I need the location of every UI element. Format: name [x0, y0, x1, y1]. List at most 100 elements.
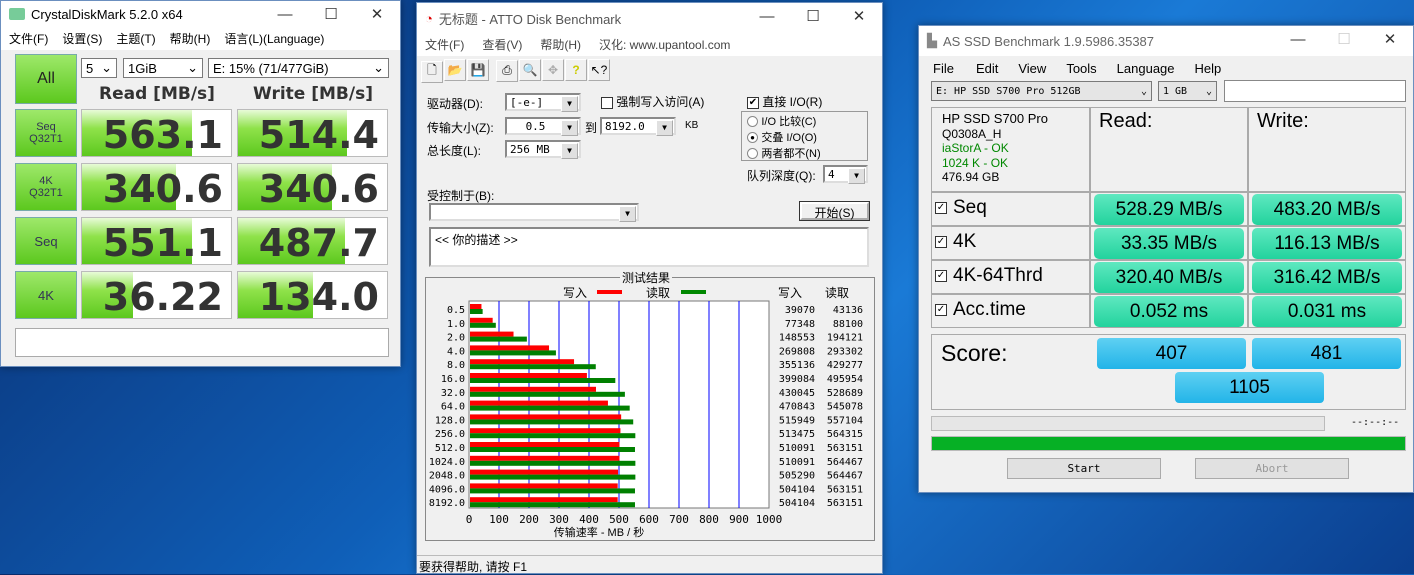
all-button[interactable]: All — [15, 54, 77, 104]
menu-help[interactable]: Help — [1195, 61, 1222, 76]
write-bar — [470, 304, 482, 309]
menu-help[interactable]: 帮助(H) — [540, 36, 581, 53]
close-button[interactable]: ✕ — [354, 1, 400, 27]
x-tick-label: 500 — [609, 513, 629, 526]
force-write-label: 强制写入访问(A) — [616, 95, 705, 109]
read-value: 293302 — [827, 346, 863, 357]
transfer-from-select[interactable]: 0.5 — [505, 117, 581, 136]
print-preview-icon[interactable]: 🔍 — [519, 59, 541, 81]
write-value: 515949 — [779, 415, 815, 426]
size-select[interactable]: 1 GB ⌄ — [1158, 81, 1217, 101]
chevron-down-icon: ⌄ — [1205, 85, 1212, 97]
score-total: 1105 — [1175, 372, 1324, 403]
menu-help[interactable]: 帮助(H) — [170, 30, 211, 47]
menu-theme[interactable]: 主题(T) — [116, 30, 155, 47]
total-length-select[interactable]: 256 MB — [505, 140, 581, 159]
test-button[interactable]: Seq — [15, 217, 77, 265]
maximize-button[interactable]: ☐ — [1321, 26, 1367, 52]
size-select[interactable]: 1GiB ⌄ — [123, 58, 203, 78]
open-icon[interactable]: 📂 — [444, 59, 466, 81]
test-checkbox[interactable]: ✓ Acc.time — [935, 299, 1026, 321]
radio-label: I/O 比较(C) — [761, 116, 817, 128]
read-value: 340.6 — [102, 167, 223, 211]
x-tick-label: 900 — [729, 513, 749, 526]
drive-select[interactable]: E: HP SSD S700 Pro 512GB ⌄ — [931, 81, 1152, 101]
move-icon[interactable]: ✥ — [542, 59, 564, 81]
context-help-icon[interactable]: ↖? — [588, 59, 610, 81]
queue-depth-label: 队列深度(Q): — [747, 169, 816, 183]
write-bar — [470, 317, 493, 323]
force-write-checkbox[interactable]: 强制写入访问(A) — [601, 93, 704, 110]
start-button[interactable]: 开始(S) — [799, 201, 870, 221]
menu-language[interactable]: 语言(L)(Language) — [224, 30, 324, 47]
direct-io-checkbox[interactable]: ✔ 直接 I/O(R) — [747, 93, 822, 110]
minimize-button[interactable]: — — [262, 1, 308, 27]
minimize-button[interactable]: — — [1275, 26, 1321, 52]
queue-depth-select[interactable]: 4 — [823, 165, 868, 184]
test-button[interactable]: 4K — [15, 271, 77, 319]
x-axis-label: 传输速率 - MB / 秒 — [554, 525, 644, 539]
window-title: CrystalDiskMark 5.2.0 x64 — [31, 6, 183, 22]
menu-view[interactable]: 查看(V) — [482, 36, 522, 53]
minimize-button[interactable]: — — [744, 3, 790, 29]
write-bar — [470, 345, 550, 351]
name-field[interactable] — [1224, 80, 1406, 102]
menu-edit[interactable]: Edit — [976, 61, 998, 76]
io-mode-radio[interactable]: ● 交叠 I/O(O) — [747, 129, 817, 145]
chevron-down-icon: ⌄ — [101, 60, 112, 75]
as-ssd-window: ▙ AS SSD Benchmark 1.9.5986.35387 — ☐ ✕ Fil… — [918, 25, 1414, 493]
chevron-down-icon: ⌄ — [1140, 85, 1147, 97]
write-value: 0.031 ms — [1252, 296, 1402, 327]
menu-language[interactable]: Language — [1117, 61, 1175, 76]
new-icon[interactable]: 🗋 — [421, 60, 443, 83]
test-button[interactable]: 4K Q32T1 — [15, 163, 77, 211]
drive-select[interactable]: E: 15% (71/477GiB) ⌄ — [208, 58, 389, 78]
menu-settings[interactable]: 设置(S) — [62, 30, 102, 47]
test-checkbox[interactable]: ✓ 4K — [935, 231, 976, 253]
drive-select[interactable]: [-e-] — [505, 93, 581, 112]
write-bar — [470, 442, 620, 447]
controlled-by-select[interactable] — [429, 203, 639, 222]
crystaldiskmark-window: CrystalDiskMark 5.2.0 x64 — ☐ ✕ 文件(F) 设置(S)… — [0, 0, 401, 367]
comment-field[interactable] — [15, 328, 389, 357]
write-value: 514.4 — [258, 113, 379, 157]
write-value: 504104 — [779, 484, 815, 495]
test-name: Seq — [953, 197, 987, 218]
io-mode-radio[interactable]: I/O 比较(C) — [747, 113, 816, 129]
menu-tools[interactable]: Tools — [1066, 61, 1096, 76]
overall-progress-fill — [932, 437, 1405, 450]
close-button[interactable]: ✕ — [1367, 26, 1413, 52]
menu-bar: 文件(F) 查看(V) 帮助(H) 汉化: www.upantool.com — [417, 33, 882, 56]
write-value: 470843 — [779, 402, 815, 413]
transfer-to-select[interactable]: 8192.0 — [600, 117, 676, 136]
drive-value: E: HP SSD S700 Pro 512GB — [936, 85, 1081, 97]
close-button[interactable]: ✕ — [836, 3, 882, 29]
menu-file[interactable]: 文件(F) — [9, 30, 48, 47]
abort-button[interactable]: Abort — [1195, 458, 1349, 479]
radio-icon: ● — [747, 132, 758, 144]
start-button[interactable]: Start — [1007, 458, 1161, 479]
write-header: Write: — [1257, 110, 1309, 132]
radio-icon — [747, 116, 758, 128]
print-icon[interactable]: ⎙ — [496, 59, 518, 82]
y-tick-label: 64.0 — [441, 402, 465, 413]
status-bar: 要获得帮助, 请按 F1 — [417, 555, 882, 574]
menu-view[interactable]: View — [1018, 61, 1046, 76]
count-select[interactable]: 5 ⌄ — [81, 58, 117, 78]
read-value: 495954 — [827, 374, 863, 385]
read-value: 429277 — [827, 360, 863, 371]
help-icon[interactable]: ? — [565, 59, 587, 81]
maximize-button[interactable]: ☐ — [790, 3, 836, 29]
maximize-button[interactable]: ☐ — [308, 1, 354, 27]
menu-file[interactable]: File — [933, 61, 954, 76]
test-checkbox[interactable]: ✓ Seq — [935, 197, 987, 219]
io-mode-radio[interactable]: 两者都不(N) — [747, 145, 821, 161]
description-textarea[interactable]: << 你的描述 >> — [429, 227, 869, 267]
test-button[interactable]: Seq Q32T1 — [15, 109, 77, 157]
test-checkbox[interactable]: ✓ 4K-64Thrd — [935, 265, 1043, 287]
read-header: Read [MB/s] — [99, 84, 215, 104]
save-icon[interactable]: 💾 — [467, 59, 489, 81]
menu-file[interactable]: 文件(F) — [425, 36, 464, 53]
window-title: 无标题 - ATTO Disk Benchmark — [438, 11, 622, 27]
radio-label: 两者都不(N) — [761, 148, 821, 160]
